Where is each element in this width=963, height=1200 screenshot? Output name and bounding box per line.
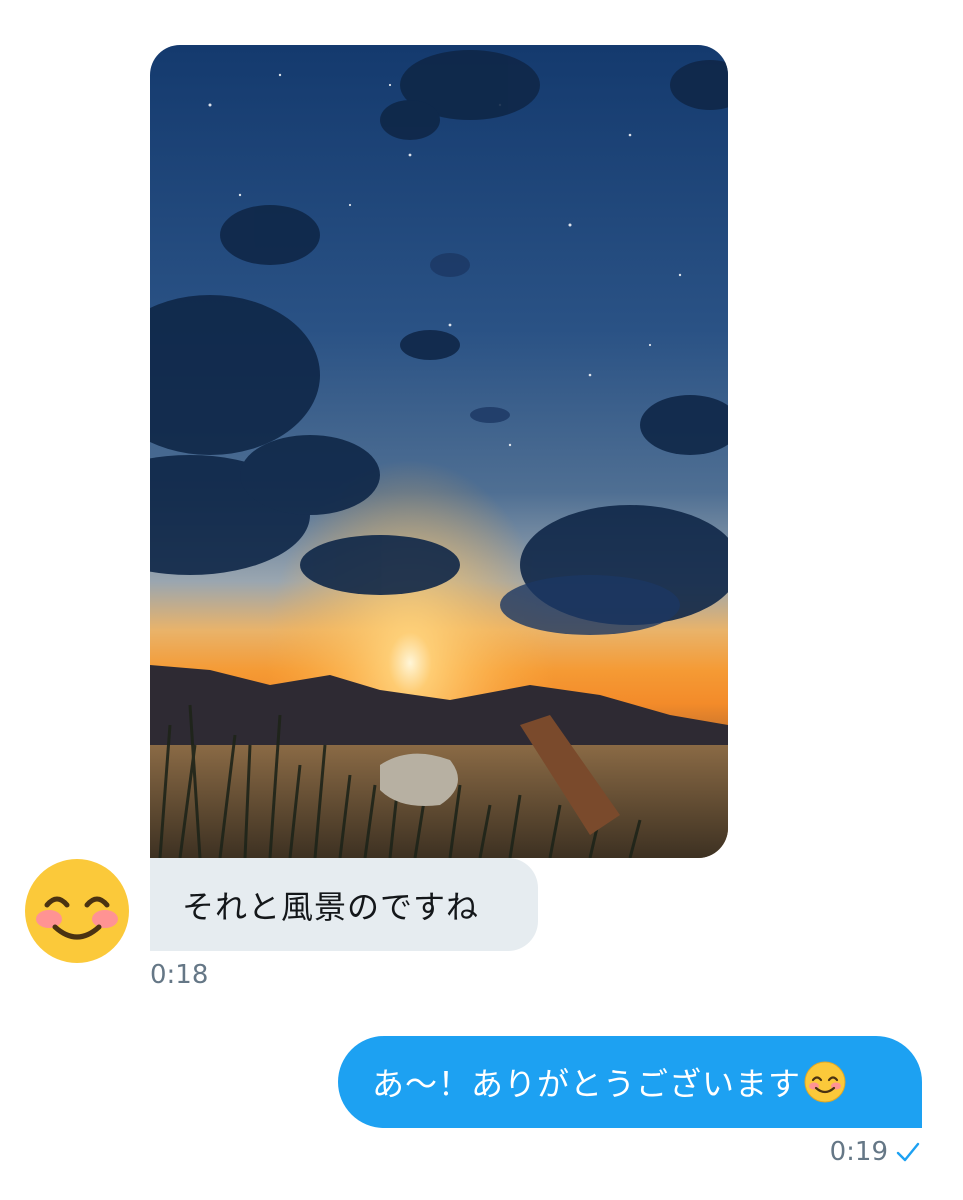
sunset-landscape-image <box>150 45 728 858</box>
shared-image-message[interactable] <box>150 45 728 858</box>
incoming-message-bubble[interactable]: それと風景のですね <box>150 858 538 951</box>
incoming-message-text: それと風景のですね <box>182 887 480 926</box>
sender-avatar[interactable] <box>23 857 131 965</box>
outgoing-message-timestamp: 0:19 <box>829 1137 888 1167</box>
message-thread: それと風景のですね 0:18 あ〜！ありがとうございます 0:19 <box>0 0 963 1200</box>
incoming-message-timestamp: 0:18 <box>150 960 209 990</box>
read-check-icon <box>896 1141 920 1163</box>
smiling-face-emoji-icon <box>803 1060 847 1104</box>
outgoing-message-text: あ〜！ありがとうございます <box>372 1065 802 1103</box>
outgoing-message-bubble[interactable]: あ〜！ありがとうございます <box>338 1036 922 1128</box>
outgoing-message-meta: 0:19 <box>830 1137 920 1167</box>
smiling-face-emoji-icon <box>25 859 129 963</box>
